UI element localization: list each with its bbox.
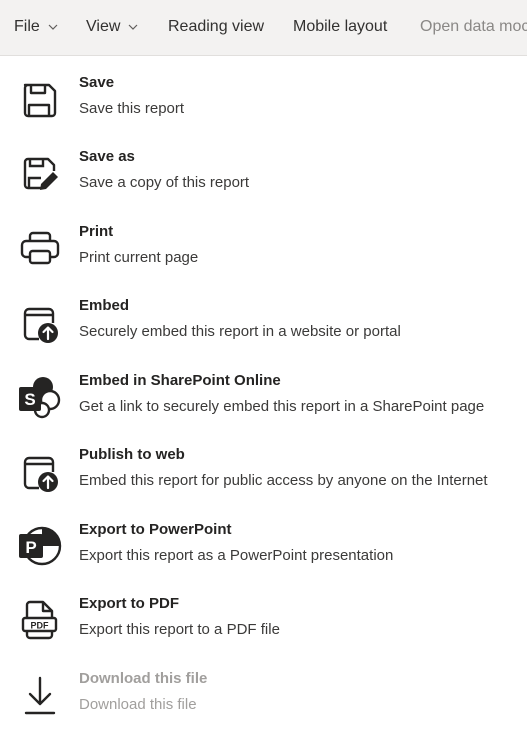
- file-menu-label: File: [14, 18, 40, 35]
- pdf-icon: PDF: [21, 600, 58, 640]
- menu-item-title: Print: [79, 223, 114, 240]
- save-icon: [23, 83, 57, 118]
- reading-view-button[interactable]: Reading view: [168, 18, 264, 36]
- publish-web-icon: [23, 456, 58, 492]
- menu-item-description: Save this report: [79, 100, 185, 117]
- menu-item-description: Securely embed this report in a website …: [79, 323, 401, 340]
- menu-item-description: Get a link to securely embed this report…: [79, 398, 485, 415]
- svg-text:P: P: [25, 538, 36, 557]
- view-menu-label: View: [86, 18, 121, 35]
- menu-item-description: Export this report as a PowerPoint prese…: [79, 547, 394, 564]
- view-menu[interactable]: View: [86, 18, 138, 36]
- menu-item-title: Export to PDF: [79, 595, 179, 612]
- menu-item-title: Export to PowerPoint: [79, 521, 232, 538]
- menu-item-title: Publish to web: [79, 446, 185, 463]
- download-icon: [24, 676, 56, 715]
- top-menu-bar: File View Reading view Mobile layout Ope…: [0, 0, 527, 56]
- open-data-model-button[interactable]: Open data moc: [420, 18, 527, 36]
- menu-item-embed-sharepoint[interactable]: S Embed in SharePoint Online Get a link …: [0, 370, 527, 442]
- menu-item-embed[interactable]: Embed Securely embed this report in a we…: [0, 295, 527, 367]
- menu-item-description: Export this report to a PDF file: [79, 621, 280, 638]
- mobile-layout-button[interactable]: Mobile layout: [293, 18, 387, 36]
- menu-item-export-powerpoint[interactable]: P Export to PowerPoint Export this repor…: [0, 519, 527, 591]
- file-menu[interactable]: File: [14, 18, 58, 36]
- menu-item-export-pdf[interactable]: PDF Export to PDF Export this report to …: [0, 593, 527, 665]
- menu-item-description: Download this file: [79, 696, 197, 713]
- menu-item-title: Download this file: [79, 670, 208, 687]
- menu-item-print[interactable]: Print Print current page: [0, 221, 527, 293]
- svg-text:S: S: [24, 390, 35, 409]
- menu-item-title: Save as: [79, 148, 135, 165]
- menu-item-title: Embed in SharePoint Online: [79, 372, 281, 389]
- menu-item-description: Save a copy of this report: [79, 174, 250, 191]
- sharepoint-icon: S: [19, 377, 61, 419]
- chevron-down-icon: [48, 24, 58, 30]
- menu-item-description: Print current page: [79, 249, 199, 266]
- menu-item-title: Save: [79, 74, 115, 91]
- svg-text:PDF: PDF: [31, 621, 50, 631]
- save-as-icon: [23, 157, 58, 190]
- menu-item-description: Embed this report for public access by a…: [79, 472, 488, 489]
- menu-item-title: Embed: [79, 297, 130, 314]
- menu-item-save[interactable]: Save Save this report: [0, 72, 527, 144]
- printer-icon: [20, 231, 60, 265]
- menu-item-publish-web[interactable]: Publish to web Embed this report for pub…: [0, 444, 527, 516]
- chevron-down-icon: [128, 24, 138, 30]
- menu-item-save-as[interactable]: Save as Save a copy of this report: [0, 146, 527, 218]
- menu-item-download[interactable]: Download this file Download this file: [0, 668, 527, 740]
- powerpoint-icon: P: [19, 526, 62, 566]
- embed-icon: [23, 307, 58, 343]
